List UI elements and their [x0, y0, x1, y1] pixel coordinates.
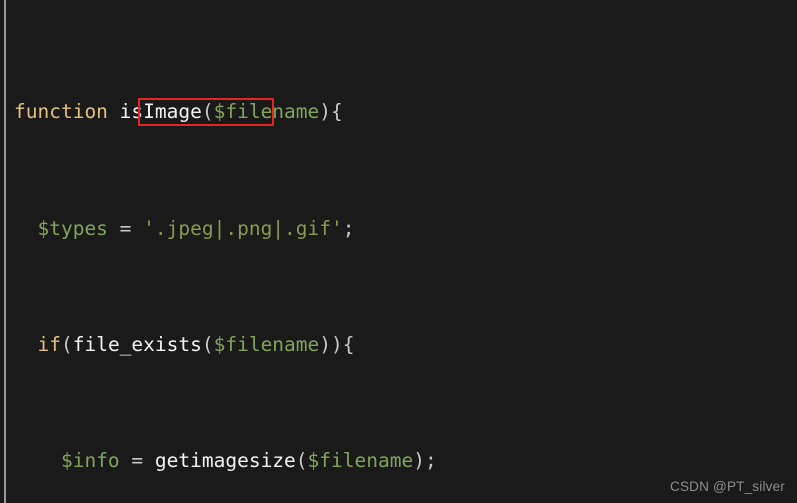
paren-open: ( [201, 100, 214, 124]
function-name-getimagesize: getimagesize [154, 449, 296, 473]
paren-open: ( [295, 449, 308, 473]
code-line-1: function isImage($filename){ [14, 97, 784, 126]
paren-close-semicolon: ); [413, 449, 437, 473]
parens-close-brace-open: )){ [319, 333, 355, 357]
code-block: function isImage($filename){ $types = '.… [14, 10, 784, 503]
function-name-file-exists: file_exists [72, 333, 202, 357]
code-screenshot: function isImage($filename){ $types = '.… [0, 0, 797, 503]
left-accent-rule [4, 0, 6, 503]
variable-info: $info [60, 449, 120, 473]
string-types: '.jpeg|.png|.gif' [143, 216, 343, 240]
code-line-2: $types = '.jpeg|.png|.gif'; [14, 214, 784, 243]
paren-open: ( [201, 333, 214, 357]
variable-filename: $filename [213, 100, 320, 124]
paren-open: ( [60, 333, 73, 357]
variable-filename: $filename [307, 449, 414, 473]
semicolon: ; [342, 216, 355, 240]
keyword-if: if [37, 333, 61, 357]
function-name-isimage: isImage [119, 100, 202, 124]
code-line-3: if(file_exists($filename)){ [14, 330, 784, 359]
variable-types: $types [37, 216, 108, 240]
code-line-4: $info = getimagesize($filename); [14, 446, 784, 475]
paren-close-brace-open: ){ [319, 100, 343, 124]
keyword-function: function [14, 100, 108, 124]
assign-operator: = [119, 449, 155, 473]
assign-operator: = [107, 216, 144, 240]
variable-filename: $filename [213, 333, 320, 357]
csdn-watermark: CSDN @PT_silver [670, 479, 785, 494]
